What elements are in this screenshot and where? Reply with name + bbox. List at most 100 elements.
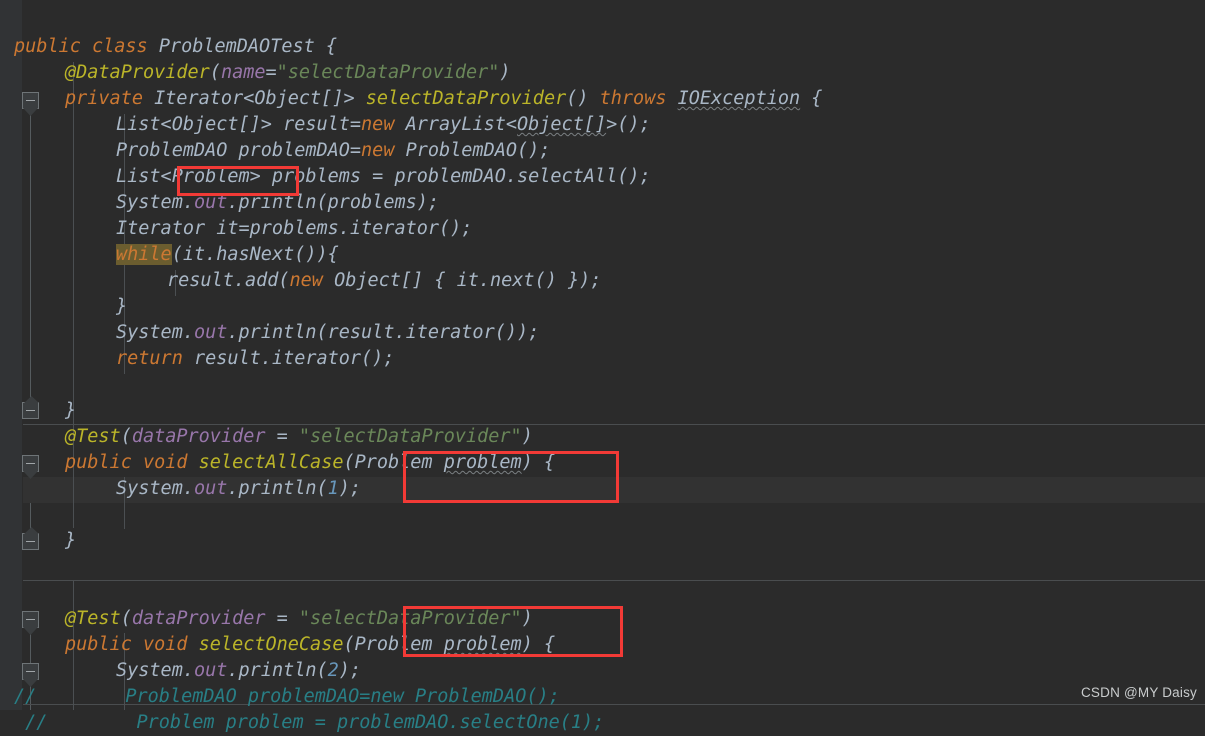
code-token: } — [65, 400, 77, 421]
code-token: ProblemDAOTest — [158, 36, 315, 57]
code-token: ); — [338, 478, 362, 499]
code-token: result.add( — [167, 270, 290, 291]
code-token: System. — [116, 478, 194, 499]
code-line[interactable]: @DataProvider(name="selectDataProvider") — [0, 60, 511, 86]
code-token: throws — [599, 88, 667, 109]
code-token: while — [116, 244, 172, 265]
code-token: = — [265, 608, 299, 629]
code-token: ( — [209, 62, 221, 83]
code-token: class — [91, 36, 148, 57]
code-token: @DataProvider — [65, 62, 210, 83]
code-token: ); — [338, 660, 362, 681]
code-token: 1 — [327, 478, 339, 499]
code-token: public — [65, 634, 132, 655]
code-token: System. — [116, 322, 194, 343]
code-token: Iterator it=problems.iterator(); — [116, 218, 473, 239]
code-token: dataProvider — [131, 608, 266, 629]
code-line[interactable] — [0, 502, 14, 528]
code-token: selectAllCase — [198, 452, 344, 473]
code-line[interactable]: result.add(new Object[] { it.next() }); — [0, 268, 601, 294]
code-line[interactable]: } — [0, 528, 76, 554]
code-token: new — [289, 270, 323, 291]
code-line[interactable]: @Test(dataProvider = "selectDataProvider… — [0, 424, 533, 450]
code-token: return — [116, 348, 183, 369]
code-line[interactable]: public class ProblemDAOTest { — [0, 34, 337, 60]
code-token: name — [220, 62, 266, 83]
code-token: result.iterator(); — [182, 348, 395, 369]
code-token: out — [193, 660, 228, 681]
code-token: >(); — [606, 114, 651, 135]
code-line[interactable]: } — [0, 294, 127, 320]
code-token: @Test — [65, 608, 121, 629]
code-token: dataProvider — [131, 426, 266, 447]
code-token: // ProblemDAO problemDAO=new ProblemDAO(… — [14, 686, 560, 707]
code-token: ArrayList< — [394, 114, 517, 135]
code-line[interactable]: System.out.println(2); — [0, 658, 361, 684]
code-token: private — [65, 88, 143, 109]
code-token: ) — [499, 62, 511, 83]
code-token: selectDataProvider — [365, 88, 567, 109]
code-token: Object[] — [517, 114, 607, 135]
code-token: List<Object[]> result= — [116, 114, 362, 135]
code-token: 2 — [327, 660, 339, 681]
code-token: = — [265, 426, 299, 447]
watermark-label: CSDN @MY Daisy — [1080, 685, 1197, 700]
code-line[interactable] — [0, 580, 14, 606]
code-line[interactable]: Iterator it=problems.iterator(); — [0, 216, 472, 242]
code-token: "selectDataProvider" — [298, 426, 522, 447]
code-token: (it.hasNext()){ — [171, 244, 339, 265]
code-token: System. — [116, 660, 194, 681]
code-editor[interactable]: public class ProblemDAOTest {@DataProvid… — [0, 0, 1205, 733]
code-token: out — [193, 478, 228, 499]
code-line[interactable] — [0, 372, 14, 398]
code-token: () — [566, 88, 600, 109]
code-token: Object[] { it.next() }); — [322, 270, 602, 291]
code-token: out — [193, 322, 228, 343]
code-token: { — [800, 88, 823, 109]
code-line[interactable]: ProblemDAO problemDAO=new ProblemDAO(); — [0, 138, 550, 164]
code-line[interactable]: System.out.println(1); — [0, 476, 361, 502]
code-token: ProblemDAO(); — [394, 140, 551, 161]
code-token: = — [265, 62, 277, 83]
selectallcase-param-box — [403, 451, 619, 503]
member-separator-2 — [23, 580, 1205, 581]
code-line[interactable]: List<Problem> problems = problemDAO.sele… — [0, 164, 651, 190]
selectonecase-param-box — [403, 606, 623, 657]
code-token: ) — [521, 426, 533, 447]
code-token: void — [142, 634, 188, 655]
code-line[interactable]: System.out.println(result.iterator()); — [0, 320, 539, 346]
code-token: ( — [120, 426, 132, 447]
code-line[interactable] — [0, 554, 14, 580]
code-line[interactable]: // Problem problem = problemDAO.selectOn… — [0, 710, 604, 736]
code-token: ProblemDAO problemDAO= — [116, 140, 362, 161]
code-line[interactable]: while(it.hasNext()){ — [0, 242, 339, 268]
code-token: void — [142, 452, 188, 473]
code-token: Iterator<Object[]> — [142, 88, 366, 109]
code-token: selectOneCase — [198, 634, 344, 655]
code-token: } — [116, 296, 128, 317]
code-token: } — [65, 530, 77, 551]
code-token: .println( — [227, 660, 328, 681]
problem-generic-type-box — [177, 166, 299, 196]
code-token: // Problem problem = problemDAO.selectOn… — [14, 712, 605, 733]
code-line[interactable]: } — [0, 398, 76, 424]
code-token: public — [14, 36, 81, 57]
code-token: ( — [120, 608, 132, 629]
code-line[interactable]: return result.iterator(); — [0, 346, 394, 372]
code-token: .println( — [227, 478, 328, 499]
code-line[interactable]: // ProblemDAO problemDAO=new ProblemDAO(… — [0, 684, 560, 710]
code-token: { — [314, 36, 338, 57]
code-token: IOException — [677, 88, 801, 109]
code-line[interactable]: private Iterator<Object[]> selectDataPro… — [0, 86, 822, 112]
code-token: .println(result.iterator()); — [227, 322, 540, 343]
code-token: @Test — [65, 426, 121, 447]
code-line[interactable]: List<Object[]> result=new ArrayList<Obje… — [0, 112, 651, 138]
code-token: "selectDataProvider" — [276, 62, 500, 83]
code-token: new — [361, 140, 395, 161]
